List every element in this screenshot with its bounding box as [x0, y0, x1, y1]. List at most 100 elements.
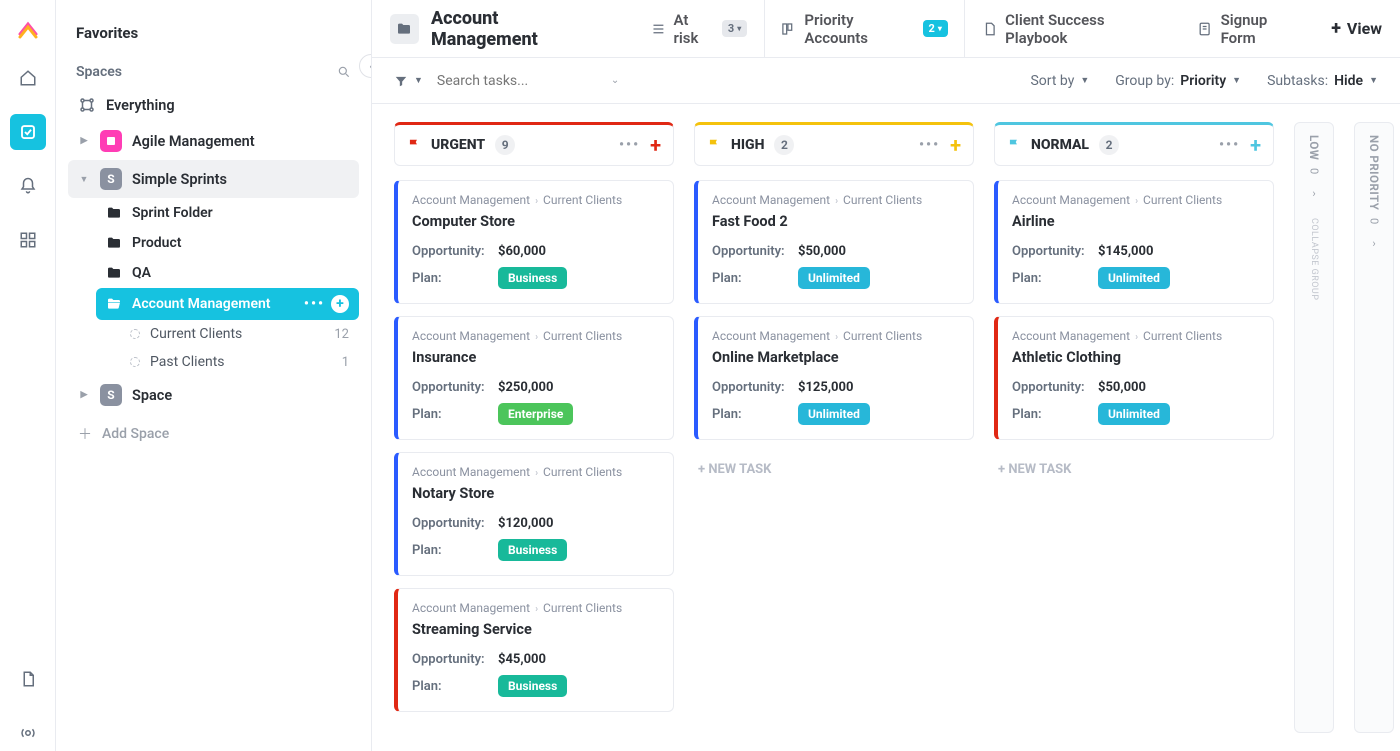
- spaces-label: Spaces: [76, 64, 122, 80]
- list-current-clients[interactable]: Current Clients 12: [96, 320, 359, 348]
- folder-label: Product: [132, 235, 181, 251]
- column-high: HIGH 2 ••• + Account Management › Current…: [694, 122, 974, 733]
- add-view-button[interactable]: + View: [1331, 18, 1382, 39]
- add-task-icon[interactable]: +: [950, 133, 961, 157]
- folder-qa[interactable]: QA: [96, 258, 359, 288]
- add-space-button[interactable]: ＋ Add Space: [68, 414, 359, 454]
- add-task-icon[interactable]: +: [650, 133, 661, 157]
- space-label: Agile Management: [132, 133, 255, 150]
- space-generic[interactable]: ▶ S Space: [68, 376, 359, 414]
- add-icon[interactable]: +: [331, 295, 349, 313]
- tab-signup-form[interactable]: Signup Form: [1180, 0, 1319, 57]
- record-icon[interactable]: [10, 715, 46, 751]
- space-agile[interactable]: ▶ Agile Management: [68, 122, 359, 160]
- folder-label: Account Management: [132, 296, 271, 312]
- card-title: Airline: [1012, 213, 1259, 230]
- collapse-label: COLLAPSE GROUP: [1309, 218, 1319, 300]
- task-card[interactable]: Account Management › Current Clients Com…: [394, 180, 674, 304]
- main: Account Management At risk 3▾ Priority A…: [372, 0, 1400, 751]
- breadcrumb: Account Management › Current Clients: [412, 465, 659, 479]
- collapsed-column[interactable]: LOW 0 › COLLAPSE GROUP: [1294, 122, 1334, 733]
- tasks-icon[interactable]: [10, 114, 46, 150]
- tab-client-success[interactable]: Client Success Playbook: [965, 0, 1180, 57]
- task-card[interactable]: Account Management › Current Clients Str…: [394, 588, 674, 712]
- add-task-icon[interactable]: +: [1250, 133, 1261, 157]
- more-icon[interactable]: •••: [919, 137, 940, 153]
- spaces-section[interactable]: Spaces: [68, 56, 359, 88]
- search-icon[interactable]: [337, 65, 351, 79]
- task-card[interactable]: Account Management › Current Clients Onl…: [694, 316, 974, 440]
- flag-icon: [707, 138, 721, 152]
- caret-icon: ▼: [78, 174, 90, 185]
- card-title: Notary Store: [412, 485, 659, 502]
- chevron-right-icon: ›: [1312, 187, 1315, 200]
- breadcrumb: Account Management › Current Clients: [1012, 329, 1259, 343]
- column-header[interactable]: URGENT 9 •••+: [394, 122, 674, 166]
- tab-label: At risk: [673, 11, 713, 47]
- column-header[interactable]: HIGH 2 ••• +: [694, 122, 974, 166]
- folder-account-management[interactable]: Account Management ••• +: [96, 288, 359, 320]
- folder-icon: [106, 205, 122, 221]
- folder-open-icon: [106, 296, 122, 312]
- new-task-button[interactable]: + NEW TASK: [994, 452, 1274, 487]
- field-label: Plan:: [412, 543, 498, 558]
- space-simple-sprints[interactable]: ▼ S Simple Sprints: [68, 160, 359, 198]
- folder-product[interactable]: Product: [96, 228, 359, 258]
- column-name: URGENT: [431, 137, 485, 153]
- tab-label: Priority Accounts: [804, 11, 914, 47]
- plan-badge: Enterprise: [498, 403, 573, 425]
- everything-icon: [78, 96, 96, 114]
- subtasks-dropdown[interactable]: Subtasks: Hide▼: [1267, 73, 1378, 89]
- kanban-board: URGENT 9 •••+ Account Management › Curre…: [372, 104, 1400, 751]
- task-card[interactable]: Account Management › Current Clients Ath…: [994, 316, 1274, 440]
- notifications-icon[interactable]: [10, 168, 46, 204]
- more-icon[interactable]: •••: [1219, 137, 1240, 153]
- tab-at-risk[interactable]: At risk 3▾: [634, 0, 765, 57]
- more-icon[interactable]: •••: [304, 296, 325, 312]
- folder-icon: [106, 235, 122, 251]
- plus-icon: +: [1331, 18, 1341, 39]
- task-card[interactable]: Account Management › Current Clients Not…: [394, 452, 674, 576]
- field-label: Plan:: [412, 407, 498, 422]
- home-icon[interactable]: [10, 60, 46, 96]
- tab-priority-accounts[interactable]: Priority Accounts 2▾: [764, 0, 965, 57]
- flag-icon: [1007, 138, 1021, 152]
- everything-item[interactable]: Everything: [68, 88, 359, 122]
- new-task-button[interactable]: + NEW TASK: [694, 452, 974, 487]
- page-title: Account Management: [431, 8, 604, 50]
- card-title: Athletic Clothing: [1012, 349, 1259, 366]
- column-header[interactable]: NORMAL 2 •••+: [994, 122, 1274, 166]
- more-icon[interactable]: •••: [619, 137, 640, 153]
- collapse-sidebar-button[interactable]: ‹: [359, 54, 372, 78]
- tab-badge: 2▾: [923, 20, 948, 37]
- task-card[interactable]: Account Management › Current Clients Ins…: [394, 316, 674, 440]
- space-badge: S: [100, 168, 122, 190]
- group-dropdown[interactable]: Group by: Priority▼: [1115, 73, 1241, 89]
- breadcrumb: Account Management › Current Clients: [412, 329, 659, 343]
- breadcrumb: Account Management › Current Clients: [712, 193, 959, 207]
- collapsed-column[interactable]: NO PRIORITY 0 ›: [1354, 122, 1394, 733]
- search-input[interactable]: [437, 73, 597, 89]
- docs-icon[interactable]: [10, 661, 46, 697]
- column-count: 2: [774, 135, 794, 155]
- folder-sprint[interactable]: Sprint Folder: [96, 198, 359, 228]
- favorites-section[interactable]: Favorites: [68, 18, 359, 56]
- chevron-down-icon[interactable]: ⌄: [611, 75, 619, 86]
- opportunity-value: $60,000: [498, 244, 546, 259]
- list-past-clients[interactable]: Past Clients 1: [96, 348, 359, 376]
- card-title: Insurance: [412, 349, 659, 366]
- column-name: NORMAL: [1031, 137, 1089, 153]
- card-title: Fast Food 2: [712, 213, 959, 230]
- sort-dropdown[interactable]: Sort by▼: [1030, 73, 1089, 89]
- apps-icon[interactable]: [10, 222, 46, 258]
- app-logo[interactable]: [16, 18, 40, 42]
- task-card[interactable]: Account Management › Current Clients Fas…: [694, 180, 974, 304]
- task-card[interactable]: Account Management › Current Clients Air…: [994, 180, 1274, 304]
- filter-button[interactable]: ▼: [394, 74, 423, 88]
- board-icon: [781, 21, 796, 37]
- folder-icon: [106, 265, 122, 281]
- add-space-label: Add Space: [102, 426, 169, 442]
- opportunity-value: $145,000: [1098, 244, 1153, 259]
- plan-badge: Business: [498, 267, 567, 289]
- column-name: HIGH: [731, 137, 764, 153]
